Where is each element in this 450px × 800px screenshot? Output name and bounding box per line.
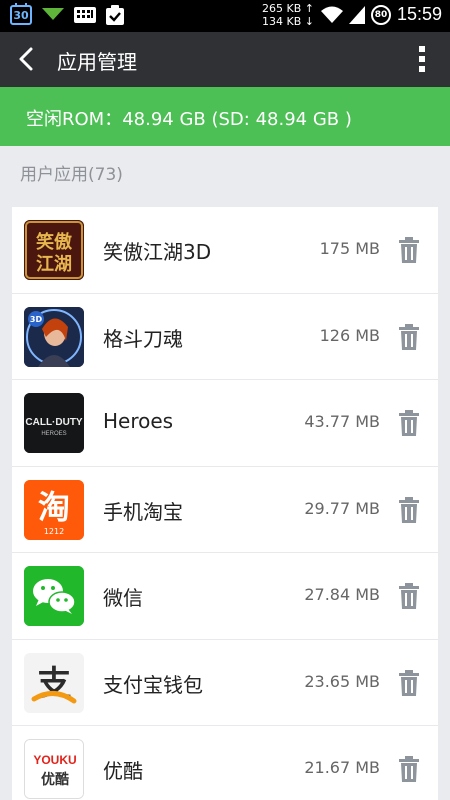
trash-icon[interactable] [398, 669, 420, 696]
trash-icon[interactable] [398, 237, 420, 263]
taobao-icon: 淘 1212 [24, 479, 84, 540]
keyboard-icon [74, 7, 96, 23]
app-size: 23.65 MB [304, 671, 380, 691]
app-name: 格斗刀魂 [103, 326, 183, 351]
app-size: 21.67 MB [304, 758, 380, 777]
youku-cn: 优酷 [41, 771, 69, 788]
net-down-speed: 134 KB ↓ [262, 15, 314, 28]
storage-banner: 空闲ROM：48.94 GB (SD: 48.94 GB ) [0, 87, 450, 146]
battery-level: 80 [374, 9, 388, 20]
calendar-day: 30 [13, 9, 29, 22]
app-size: 43.77 MB [304, 412, 380, 431]
app-bar: 应用管理 [0, 32, 450, 87]
download-arrow-icon [42, 8, 64, 20]
wifi-icon [320, 6, 343, 23]
list-item[interactable]: 微信 27.84 MB [12, 553, 438, 640]
taobao-sub: 1212 [44, 527, 64, 536]
status-right: 80 15:59 [320, 4, 442, 25]
overflow-menu-icon[interactable] [412, 45, 432, 73]
status-notifications: 30 [10, 3, 124, 25]
network-speed: 265 KB ↑ 134 KB ↓ [262, 2, 314, 28]
section-header: 用户应用(73) [0, 146, 450, 195]
net-up-speed: 265 KB ↑ [262, 2, 314, 15]
clipboard-check-icon [106, 5, 124, 25]
list-item[interactable]: 3D 格斗刀魂 126 MB [12, 294, 438, 380]
section-title: 用户应用(73) [20, 165, 123, 185]
signal-icon [348, 5, 365, 24]
app-size: 27.84 MB [304, 585, 380, 604]
app-list: 笑傲 江湖 笑傲江湖3D 175 MB 3D 格斗刀魂 126 MB CALL·… [12, 207, 438, 800]
trash-icon[interactable] [398, 583, 420, 609]
youku-logo: YOUKU [33, 753, 76, 767]
back-chevron-icon[interactable] [12, 44, 42, 74]
xiao-line2: 江湖 [36, 254, 72, 275]
wechat-icon [24, 566, 84, 626]
gedou-badge: 3D [30, 315, 43, 324]
list-item[interactable]: 淘 1212 手机淘宝 29.77 MB [12, 467, 438, 553]
clock: 15:59 [396, 4, 442, 24]
list-item[interactable]: CALL·DUTY HEROES Heroes 43.77 MB [12, 380, 438, 467]
trash-icon[interactable] [398, 323, 420, 350]
heroes-line2: HEROES [41, 431, 66, 437]
list-item[interactable]: 支 支付宝钱包 23.65 MB [12, 640, 438, 726]
list-item[interactable]: YOUKU 优酷 优酷 21.67 MB [12, 726, 438, 800]
app-name: Heroes [103, 409, 174, 433]
app-size: 175 MB [319, 239, 380, 258]
app-name: 支付宝钱包 [103, 672, 203, 697]
app-name: 微信 [103, 586, 143, 610]
trash-icon[interactable] [398, 496, 420, 523]
trash-icon[interactable] [398, 756, 420, 782]
status-bar: 30 265 KB ↑ 134 KB ↓ 80 15:59 [0, 0, 450, 32]
youku-icon: YOUKU 优酷 [24, 739, 84, 799]
xiaoaojianghu-icon: 笑傲 江湖 [24, 220, 84, 280]
app-name: 优酷 [103, 759, 143, 783]
gedoudaohun-icon: 3D [24, 306, 84, 367]
heroes-line1: CALL·DUTY [25, 417, 83, 428]
list-item[interactable]: 笑傲 江湖 笑傲江湖3D 175 MB [12, 207, 438, 294]
free-rom-text: 空闲ROM：48.94 GB (SD: 48.94 GB ) [26, 109, 352, 130]
app-size: 126 MB [319, 325, 380, 345]
alipay-icon: 支 [24, 652, 84, 713]
xiao-line1: 笑傲 [36, 231, 73, 253]
page-title: 应用管理 [57, 50, 137, 74]
trash-icon[interactable] [398, 410, 420, 436]
calendar-icon: 30 [10, 3, 32, 25]
app-size: 29.77 MB [304, 498, 380, 518]
app-name: 手机淘宝 [103, 499, 183, 524]
callofduty-heroes-icon: CALL·DUTY HEROES [24, 393, 84, 453]
app-name: 笑傲江湖3D [103, 240, 212, 264]
battery-icon: 80 [370, 4, 391, 25]
taobao-char: 淘 [38, 488, 70, 526]
